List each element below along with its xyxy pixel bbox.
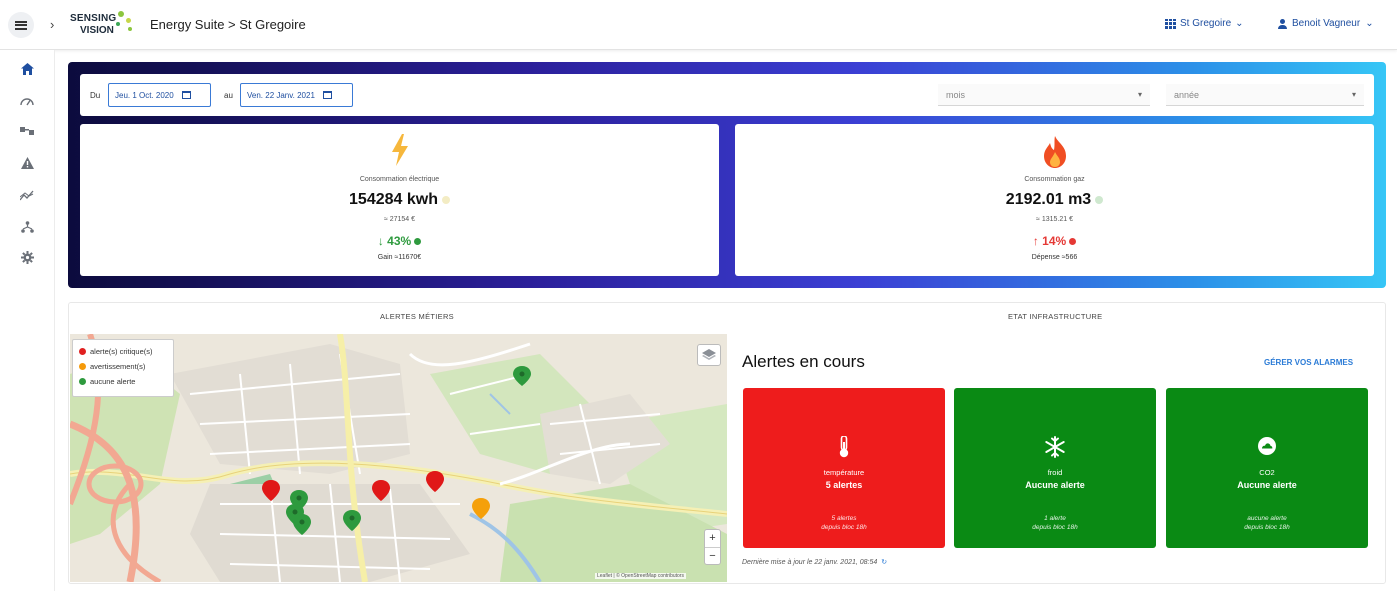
- marker-red[interactable]: [426, 471, 444, 492]
- alert-card-status: Aucune alerte: [1025, 480, 1085, 490]
- red-dot-icon: [79, 348, 86, 355]
- green-dot-icon: [79, 378, 86, 385]
- marker-green[interactable]: [293, 514, 311, 535]
- marker-orange[interactable]: [472, 498, 490, 519]
- last-update-text: Dernière mise à jour le 22 janv. 2021, 0…: [742, 559, 878, 566]
- marker-red[interactable]: [372, 480, 390, 501]
- legend-label: aucune alerte: [90, 377, 136, 386]
- orange-dot-icon: [79, 363, 86, 370]
- marker-green[interactable]: [343, 510, 361, 531]
- alert-card-name: température: [823, 468, 865, 477]
- alerts-title: Alertes en cours: [742, 352, 865, 371]
- alert-card-sub-line: depuis bloc 18h: [1244, 524, 1290, 531]
- alert-card-cold[interactable]: froid Aucune alerte 1 alerte depuis bloc …: [954, 388, 1156, 548]
- legend-critical: alerte(s) critique(s): [79, 344, 167, 359]
- map-layers-button[interactable]: [697, 344, 721, 366]
- map-attribution[interactable]: Leaflet | © OpenStreetMap contributors: [595, 573, 686, 579]
- zoom-out-button[interactable]: −: [705, 548, 720, 565]
- alert-card-sub: 5 alertes depuis bloc 18h: [743, 514, 945, 532]
- last-update: Dernière mise à jour le 22 janv. 2021, 0…: [742, 558, 887, 566]
- snowflake-icon: [1044, 436, 1066, 463]
- alert-card-sub-line: 1 alerte: [1044, 515, 1066, 522]
- marker-red[interactable]: [262, 480, 280, 501]
- map-zoom-control: + −: [704, 529, 721, 565]
- alert-card-sub-line: depuis bloc 18h: [1032, 524, 1078, 531]
- alert-card-sub-line: depuis bloc 18h: [821, 524, 867, 531]
- manage-alarms-link[interactable]: GÉRER VOS ALARMES: [1264, 358, 1353, 367]
- thermometer-icon: [838, 435, 850, 463]
- map-legend: alerte(s) critique(s) avertissement(s) a…: [72, 339, 174, 397]
- refresh-icon[interactable]: ↻: [881, 559, 887, 566]
- alert-card-sub-line: aucune alerte: [1247, 515, 1287, 522]
- marker-green[interactable]: [513, 366, 531, 386]
- alert-card-co2[interactable]: CO2 Aucune alerte aucune alerte depuis bl…: [1166, 388, 1368, 548]
- layers-icon: [702, 349, 716, 360]
- alert-card-sub: 1 alerte depuis bloc 18h: [954, 514, 1156, 532]
- cloud-icon: [1257, 436, 1277, 461]
- alert-card-name: CO2: [1259, 468, 1275, 477]
- alert-card-name: froid: [1047, 468, 1063, 477]
- legend-label: alerte(s) critique(s): [90, 347, 153, 356]
- alert-card-status: Aucune alerte: [1237, 480, 1297, 490]
- legend-warning: avertissement(s): [79, 359, 167, 374]
- alert-card-sub-line: 5 alertes: [831, 515, 857, 522]
- legend-no-alert: aucune alerte: [79, 374, 167, 389]
- zoom-in-button[interactable]: +: [705, 530, 720, 548]
- legend-label: avertissement(s): [90, 362, 146, 371]
- alert-card-sub: aucune alerte depuis bloc 18h: [1166, 514, 1368, 532]
- alert-card-status: 5 alertes: [825, 480, 863, 490]
- alert-card-temperature[interactable]: température 5 alertes 5 alertes depuis bl…: [743, 388, 945, 548]
